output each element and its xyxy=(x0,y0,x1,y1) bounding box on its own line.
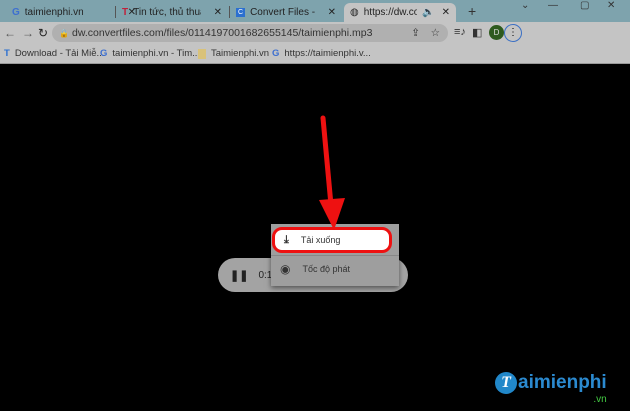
logo-text: aimienphi xyxy=(518,372,607,393)
taimienphi-logo: Taimienphi .vn xyxy=(495,372,607,405)
logo-mark: T xyxy=(495,372,517,394)
red-arrow-annotation xyxy=(319,115,345,230)
logo-suffix: .vn xyxy=(593,394,607,405)
